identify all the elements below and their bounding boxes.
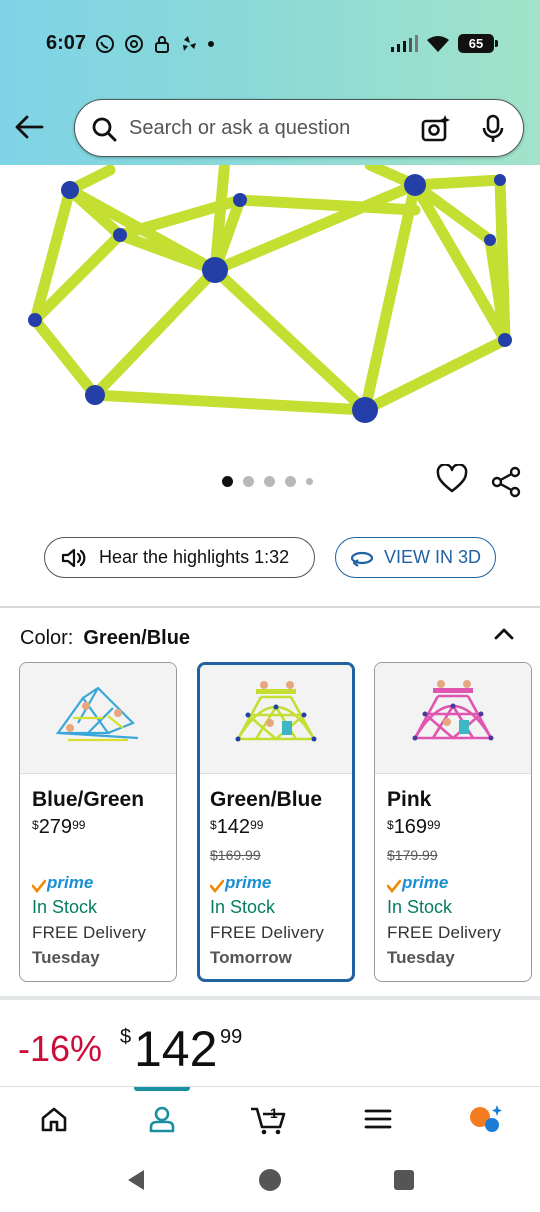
nav-account[interactable] bbox=[132, 1087, 192, 1151]
carousel-dot-4[interactable] bbox=[285, 476, 296, 487]
notification-icons bbox=[95, 34, 215, 54]
prime-badge: prime bbox=[32, 873, 176, 893]
back-button[interactable] bbox=[12, 110, 46, 144]
system-recents-icon[interactable] bbox=[393, 1168, 415, 1192]
carousel-dot-5[interactable] bbox=[306, 478, 313, 485]
menu-icon bbox=[364, 1109, 392, 1129]
delivery-day: Tuesday bbox=[387, 948, 455, 967]
signal-icon bbox=[391, 34, 418, 52]
price-currency: $ bbox=[120, 1026, 132, 1048]
system-home-icon[interactable] bbox=[258, 1168, 282, 1192]
climbing-dome-image bbox=[235, 681, 317, 742]
variant-list-price: $179.99 bbox=[387, 847, 438, 863]
nav-menu[interactable] bbox=[348, 1087, 408, 1151]
price-fraction: 99 bbox=[220, 1026, 243, 1048]
system-back-icon[interactable] bbox=[124, 1168, 148, 1192]
section-divider bbox=[0, 996, 540, 1000]
status-time: 6:07 bbox=[46, 32, 87, 54]
battery-level: 65 bbox=[468, 36, 484, 51]
lock-icon bbox=[155, 36, 169, 53]
variant-thumbnail bbox=[375, 663, 531, 774]
stock-status: In Stock bbox=[387, 897, 453, 917]
nav-cart[interactable]: 1 bbox=[238, 1087, 298, 1151]
battery-icon: 65 bbox=[458, 34, 498, 53]
prime-check-icon bbox=[210, 879, 224, 893]
variant-thumbnail bbox=[200, 665, 352, 774]
hear-highlights-button[interactable]: Hear the highlights 1:32 bbox=[44, 537, 315, 578]
delivery-text: FREE Delivery bbox=[387, 923, 502, 942]
rufus-assistant-icon bbox=[470, 1105, 502, 1132]
stock-status: In Stock bbox=[32, 897, 98, 917]
yelp-icon bbox=[183, 36, 196, 51]
color-selector-heading: Color: Green/Blue bbox=[20, 627, 190, 650]
system-navigation-bar bbox=[0, 1150, 540, 1212]
speaker-icon bbox=[61, 548, 86, 567]
delivery-text: FREE Delivery bbox=[210, 923, 325, 942]
price-whole: 142 bbox=[134, 1021, 218, 1077]
prime-badge: prime bbox=[387, 873, 531, 893]
threads-icon bbox=[125, 35, 143, 53]
wifi-icon bbox=[427, 35, 449, 52]
nav-rufus[interactable] bbox=[456, 1087, 516, 1151]
rotate-3d-icon bbox=[350, 551, 374, 567]
variant-card-green-blue[interactable]: Green/Blue $14299 $169.99 prime In Stock… bbox=[197, 662, 355, 982]
product-image[interactable] bbox=[0, 140, 540, 440]
view-in-3d-label: VIEW IN 3D bbox=[383, 547, 481, 567]
back-arrow-icon bbox=[15, 115, 44, 139]
color-label: Color: bbox=[20, 627, 74, 649]
cart-icon: 1 bbox=[251, 1105, 286, 1135]
prime-check-icon bbox=[387, 879, 401, 893]
status-bar: 6:07 65 bbox=[0, 26, 540, 62]
home-icon bbox=[41, 1107, 67, 1132]
variant-name: Green/Blue bbox=[210, 788, 323, 811]
share-icon[interactable] bbox=[490, 466, 522, 498]
whatsapp-icon bbox=[96, 35, 114, 53]
carousel-dot-3[interactable] bbox=[264, 476, 275, 487]
climbing-dome-pink-image bbox=[412, 680, 494, 741]
variant-price: $14299 bbox=[210, 816, 264, 838]
heart-icon[interactable] bbox=[436, 464, 468, 494]
variant-thumbnail bbox=[20, 663, 176, 774]
color-selected-value: Green/Blue bbox=[83, 627, 191, 649]
variant-name: Pink bbox=[387, 788, 432, 811]
account-icon bbox=[149, 1106, 175, 1133]
variant-name: Blue/Green bbox=[32, 788, 145, 811]
nav-home[interactable] bbox=[24, 1087, 84, 1151]
carousel-dot-1[interactable] bbox=[222, 476, 233, 487]
bottom-nav: 1 bbox=[0, 1086, 540, 1150]
chevron-up-icon[interactable] bbox=[492, 624, 516, 642]
camera-sparkle-icon[interactable] bbox=[421, 114, 451, 144]
delivery-day: Tomorrow bbox=[210, 948, 292, 967]
stock-status: In Stock bbox=[210, 897, 276, 917]
search-icon bbox=[92, 117, 117, 142]
prime-badge: prime bbox=[210, 873, 352, 893]
delivery-day: Tuesday bbox=[32, 948, 100, 967]
variant-price: $27999 bbox=[32, 816, 86, 838]
carousel-dot-2[interactable] bbox=[243, 476, 254, 487]
search-input[interactable] bbox=[129, 114, 399, 142]
search-bar[interactable] bbox=[74, 99, 524, 157]
climbing-frame-image bbox=[55, 686, 139, 742]
hear-highlights-label: Hear the highlights 1:32 bbox=[99, 547, 290, 567]
variant-price: $16999 bbox=[387, 816, 441, 838]
discount-percent: -16% bbox=[18, 1028, 103, 1069]
status-right: 65 bbox=[390, 34, 498, 53]
dot-icon bbox=[208, 41, 214, 47]
cart-count: 1 bbox=[270, 1105, 278, 1121]
prime-check-icon bbox=[32, 879, 46, 893]
variant-card-blue-green[interactable]: Blue/Green $27999 prime In Stock FREE De… bbox=[19, 662, 177, 982]
delivery-text: FREE Delivery bbox=[32, 923, 147, 942]
variant-list-price bbox=[32, 847, 176, 865]
carousel-dots[interactable] bbox=[222, 476, 313, 487]
variant-card-pink[interactable]: Pink $16999 $179.99 prime In Stock FREE … bbox=[374, 662, 532, 982]
view-in-3d-button[interactable]: VIEW IN 3D bbox=[335, 537, 496, 578]
mic-icon[interactable] bbox=[481, 114, 505, 144]
section-divider bbox=[0, 606, 540, 608]
variant-list-price: $169.99 bbox=[210, 847, 261, 863]
